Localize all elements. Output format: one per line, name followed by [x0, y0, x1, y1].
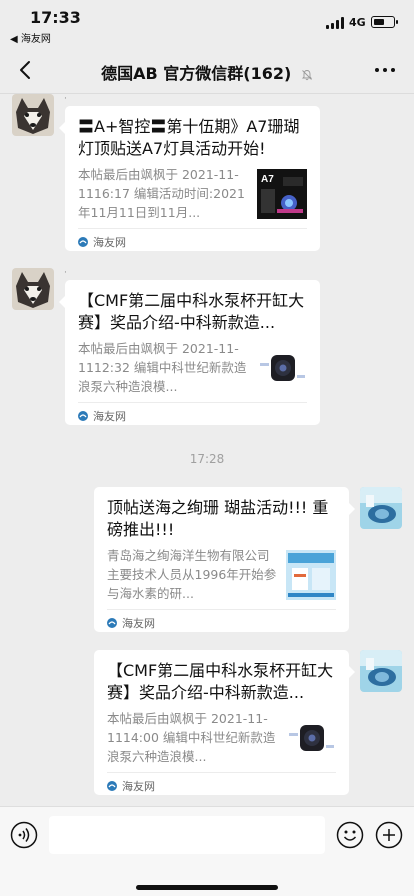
card-description: 本帖最后由飒枫于 2021-11-1112:32 编辑中科世纪新款造浪泵六种造浪…	[78, 341, 247, 394]
more-dots-icon[interactable]	[374, 60, 396, 80]
home-indicator	[136, 885, 278, 890]
link-card[interactable]: 【CMF第二届中科水泵杯开缸大赛】奖品介绍-中科新款造... 本帖最后由飒枫于 …	[94, 650, 349, 795]
signal-icon	[326, 17, 346, 29]
time-divider: 17:28	[189, 452, 225, 466]
card-source: 海友网	[78, 408, 126, 424]
link-card[interactable]: 〓A+智控〓第十伍期》A7珊瑚灯顶贴送A7灯具活动开始! 本帖最后由飒枫于 20…	[65, 106, 320, 251]
card-title: 顶帖送海之绚珊 瑚盐活动!!! 重磅推出!!!	[107, 498, 329, 539]
card-source-label: 海友网	[122, 780, 155, 793]
card-description: 青岛海之绚海洋生物有限公司主要技术人员从1996年开始参与海水素的研...	[107, 548, 277, 601]
card-title: 〓A+智控〓第十伍期》A7珊瑚灯顶贴送A7灯具活动开始!	[78, 117, 300, 158]
card-source: 海友网	[78, 234, 126, 250]
chat-title-text: 德国AB 官方微信群(162)	[101, 64, 292, 83]
plus-icon[interactable]	[375, 821, 403, 849]
chat-title: 德国AB 官方微信群(162)	[0, 60, 414, 84]
card-title: 【CMF第二届中科水泵杯开缸大赛】奖品介绍-中科新款造...	[78, 291, 305, 332]
card-source: 海友网	[107, 778, 155, 794]
battery-level	[373, 18, 385, 25]
card-source-label: 海友网	[93, 410, 126, 423]
message-input[interactable]	[49, 816, 325, 854]
mute-bell-icon	[301, 69, 312, 80]
emoji-icon[interactable]	[336, 821, 364, 849]
wave-pump-image	[286, 713, 336, 763]
card-title: 【CMF第二届中科水泵杯开缸大赛】奖品介绍-中科新款造...	[107, 661, 334, 702]
back-to-app-link[interactable]: ◀ 海友网	[10, 30, 51, 45]
haiyou-logo-icon	[78, 237, 88, 247]
my-avatar[interactable]	[360, 650, 402, 692]
link-card[interactable]: 顶帖送海之绚珊 瑚盐活动!!! 重磅推出!!! 青岛海之绚海洋生物有限公司主要技…	[94, 487, 349, 632]
sender-name: ·	[64, 94, 67, 104]
haiyou-logo-icon	[107, 781, 117, 791]
input-bar	[0, 806, 414, 896]
card-source-label: 海友网	[122, 617, 155, 630]
haiyou-logo-icon	[78, 411, 88, 421]
sender-avatar[interactable]	[12, 94, 54, 136]
my-avatar[interactable]	[360, 487, 402, 529]
a7-lamp-image: A7	[257, 169, 307, 219]
link-card[interactable]: 【CMF第二届中科水泵杯开缸大赛】奖品介绍-中科新款造... 本帖最后由飒枫于 …	[65, 280, 320, 425]
card-description: 本帖最后由飒枫于 2021-11-1114:00 编辑中科世纪新款造浪泵六种造浪…	[107, 711, 276, 764]
haiyou-logo-icon	[107, 618, 117, 628]
status-bar: 17:33 ◀ 海友网 4G	[0, 0, 414, 46]
svg-text:A7: A7	[261, 174, 274, 185]
status-time: 17:33	[30, 8, 81, 27]
voice-icon[interactable]	[10, 821, 38, 849]
card-source: 海友网	[107, 615, 155, 631]
wave-pump-image	[257, 343, 307, 393]
card-description: 本帖最后由飒枫于 2021-11-1116:17 编辑活动时间:2021年11月…	[78, 167, 245, 220]
network-type: 4G	[349, 16, 366, 29]
battery-icon	[371, 16, 398, 28]
coral-salt-image	[286, 550, 336, 600]
chat-header: 德国AB 官方微信群(162)	[0, 46, 414, 94]
sender-name: ·	[64, 268, 67, 278]
sender-avatar[interactable]	[12, 268, 54, 310]
card-source-label: 海友网	[93, 236, 126, 249]
